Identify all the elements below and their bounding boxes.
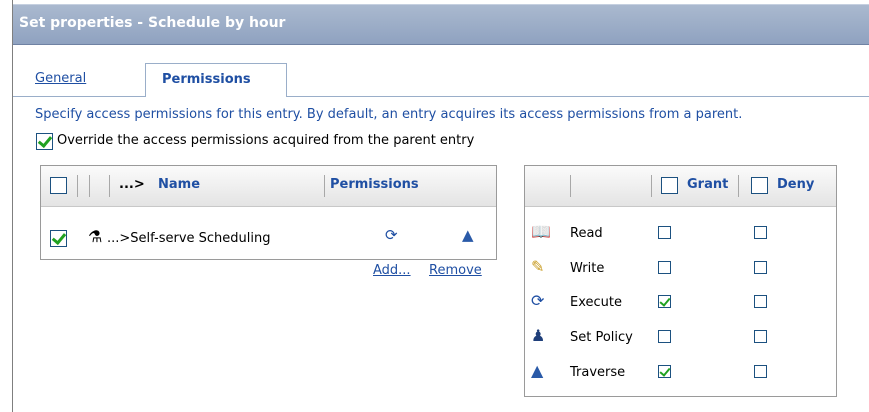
permissions-panel: Grant Deny 📖 Read ✎ Write ⟳ Execute ♟ Se… (524, 165, 837, 397)
grant-execute-checkbox[interactable] (658, 295, 671, 308)
name-column-prefix: ...> (119, 177, 145, 192)
override-checkbox[interactable] (36, 133, 53, 150)
deny-read-checkbox[interactable] (754, 226, 767, 239)
deny-write-checkbox[interactable] (754, 261, 767, 274)
column-separator (651, 175, 652, 197)
permissions-header: Grant Deny (525, 166, 836, 207)
row-checkbox[interactable] (50, 230, 67, 247)
column-separator (570, 175, 571, 197)
remove-link[interactable]: Remove (429, 263, 482, 278)
grant-write-checkbox[interactable] (658, 261, 671, 274)
column-separator (109, 175, 110, 197)
grant-traverse-checkbox[interactable] (658, 365, 671, 378)
permission-label: Execute (570, 295, 622, 310)
grant-read-checkbox[interactable] (658, 226, 671, 239)
deny-execute-checkbox[interactable] (754, 295, 767, 308)
tab-general[interactable]: General (35, 71, 86, 86)
pencil-icon: ✎ (531, 257, 545, 276)
tab-permissions[interactable]: Permissions (145, 63, 287, 97)
group-icon: ⚗ (88, 227, 103, 246)
grant-set-policy-checkbox[interactable] (658, 330, 671, 343)
page-title: Set properties - Schedule by hour (19, 15, 286, 31)
entries-panel: ...> Name Permissions ⚗ ...>Self-serve S… (40, 165, 497, 260)
column-separator (89, 175, 90, 197)
add-link[interactable]: Add... (373, 263, 411, 278)
cycle-arrows-icon: ⟳ (531, 291, 545, 310)
override-label: Override the access permissions acquired… (57, 133, 475, 148)
tab-permissions-label: Permissions (162, 72, 251, 87)
permission-label: Write (570, 261, 605, 276)
permissions-column-header: Permissions (330, 177, 419, 192)
traverse-permission-icon: ▲ (462, 226, 474, 244)
deny-all-checkbox[interactable] (751, 177, 768, 194)
execute-permission-icon: ⟳ (385, 226, 398, 244)
tab-active-gap (146, 96, 286, 97)
deny-column-header: Deny (777, 177, 815, 192)
column-separator (77, 175, 78, 197)
tab-bar: General Permissions (13, 63, 869, 97)
description-text: Specify access permissions for this entr… (35, 107, 743, 122)
name-column-header[interactable]: Name (158, 177, 200, 192)
left-border (12, 0, 13, 412)
column-separator (324, 175, 325, 197)
sailboat-icon: ▲ (531, 361, 544, 380)
title-bar: Set properties - Schedule by hour (13, 4, 869, 45)
permission-label: Set Policy (570, 330, 633, 345)
entries-header: ...> Name Permissions (41, 166, 496, 207)
deny-set-policy-checkbox[interactable] (754, 330, 767, 343)
permission-label: Traverse (570, 365, 626, 380)
grant-column-header: Grant (687, 177, 729, 192)
tab-divider (13, 96, 869, 97)
permission-label: Read (570, 226, 603, 241)
person-icon: ♟ (531, 326, 546, 345)
grant-all-checkbox[interactable] (661, 177, 678, 194)
select-all-checkbox[interactable] (50, 177, 67, 194)
deny-traverse-checkbox[interactable] (754, 365, 767, 378)
entry-name[interactable]: ...>Self-serve Scheduling (107, 231, 271, 246)
book-icon: 📖 (531, 222, 551, 241)
column-separator (738, 175, 739, 197)
